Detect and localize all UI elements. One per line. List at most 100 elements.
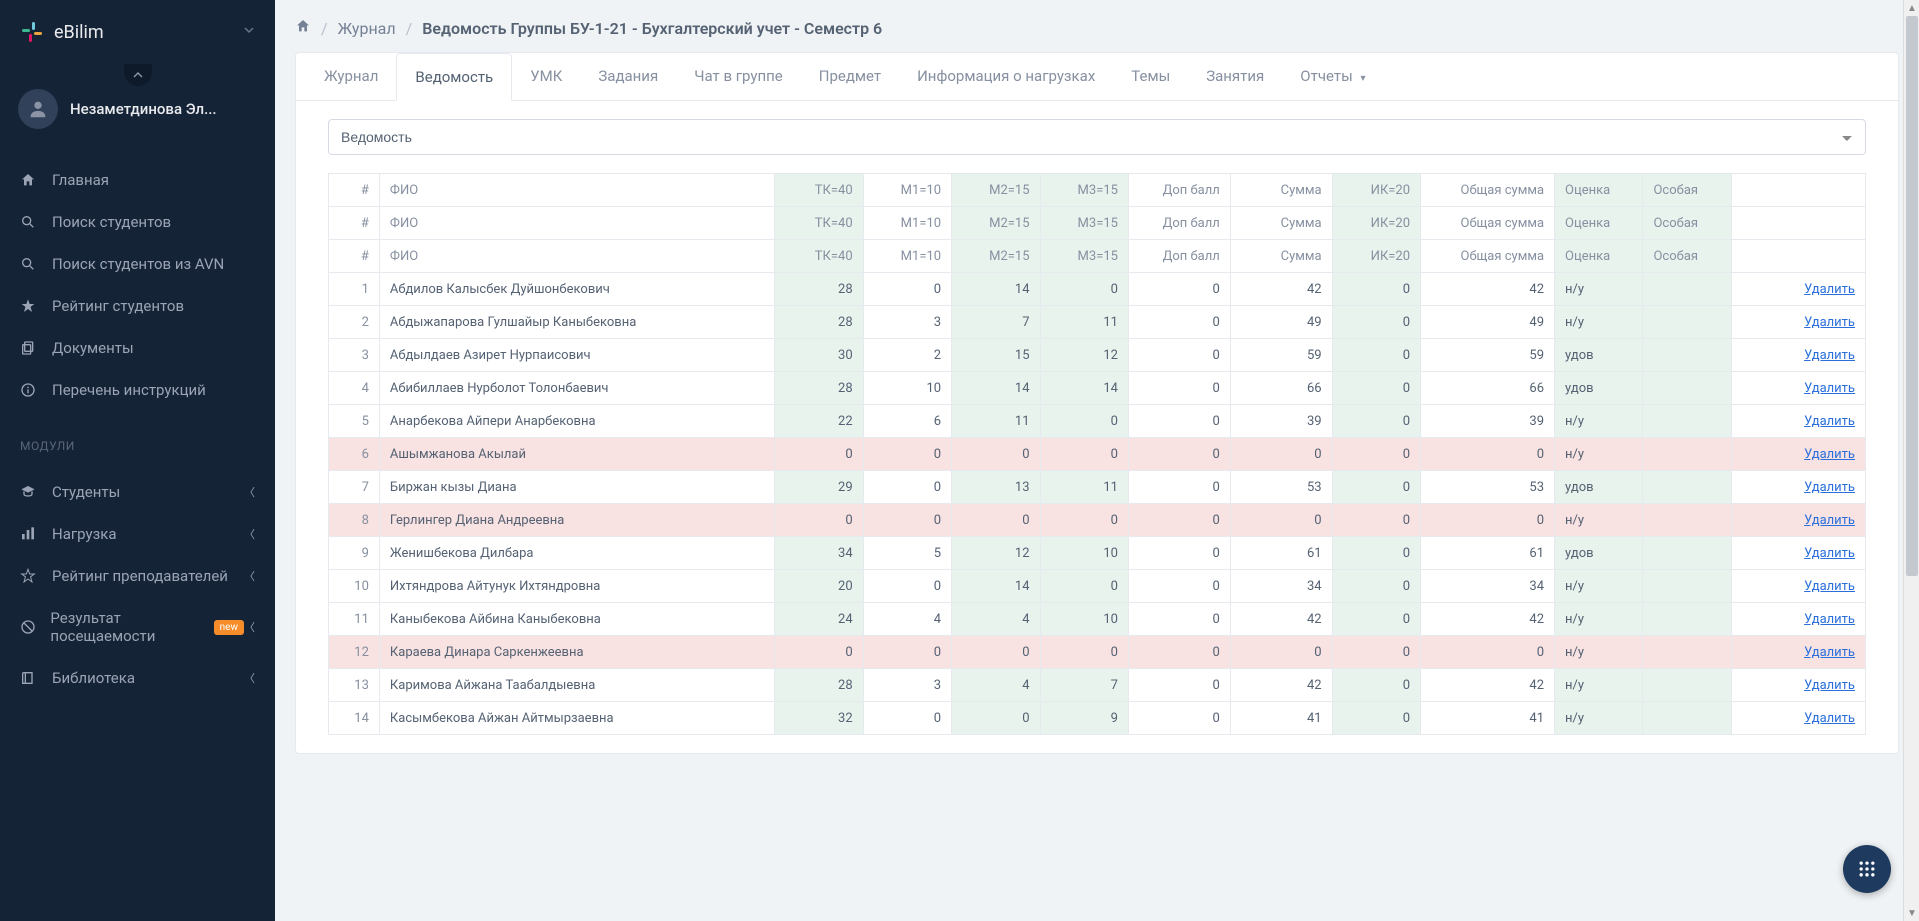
- sidebar-item-5[interactable]: Перечень инструкций: [0, 369, 275, 411]
- delete-link[interactable]: Удалить: [1804, 414, 1855, 429]
- cell-grade: н/у: [1555, 273, 1643, 306]
- cell-num: 7: [329, 471, 380, 504]
- cell-sum: 61: [1230, 537, 1332, 570]
- scroll-up-icon[interactable]: ▲: [1904, 0, 1919, 16]
- tab-0[interactable]: Журнал: [306, 53, 396, 100]
- sheet-select[interactable]: Ведомость: [328, 119, 1866, 155]
- cell-grade: н/у: [1555, 603, 1643, 636]
- delete-link[interactable]: Удалить: [1804, 447, 1855, 462]
- sidebar-item-3[interactable]: Рейтинг студентов: [0, 285, 275, 327]
- cell-m3: 9: [1040, 702, 1128, 735]
- th-m2: М2=15: [952, 207, 1040, 240]
- home-icon[interactable]: [295, 18, 311, 38]
- cell-grade: н/у: [1555, 306, 1643, 339]
- delete-link[interactable]: Удалить: [1804, 579, 1855, 594]
- cell-m3: 0: [1040, 405, 1128, 438]
- user-block[interactable]: Незаметдинова Эл...: [0, 64, 275, 149]
- sidebar-item-4[interactable]: Документы: [0, 327, 275, 369]
- sidebar-item-2[interactable]: Поиск студентов из AVN: [0, 243, 275, 285]
- cell-dop: 0: [1128, 273, 1230, 306]
- cell-actions: Удалить: [1731, 570, 1865, 603]
- th-tk: ТК=40: [775, 207, 863, 240]
- apps-grid-fab[interactable]: [1843, 845, 1891, 893]
- cell-dop: 0: [1128, 306, 1230, 339]
- cell-m1: 0: [863, 273, 951, 306]
- delete-link[interactable]: Удалить: [1804, 513, 1855, 528]
- tab-5[interactable]: Предмет: [801, 53, 899, 100]
- tab-7[interactable]: Темы: [1113, 53, 1188, 100]
- delete-link[interactable]: Удалить: [1804, 348, 1855, 363]
- breadcrumb-journal[interactable]: Журнал: [338, 19, 396, 38]
- scroll-thumb[interactable]: [1906, 16, 1918, 576]
- sidebar-item-label: Главная: [52, 171, 109, 189]
- cell-grade: н/у: [1555, 438, 1643, 471]
- cell-num: 5: [329, 405, 380, 438]
- cell-m2: 0: [952, 702, 1040, 735]
- cell-sum: 49: [1230, 306, 1332, 339]
- cell-ik: 0: [1332, 339, 1420, 372]
- th-dop: Доп балл: [1128, 207, 1230, 240]
- delete-link[interactable]: Удалить: [1804, 282, 1855, 297]
- cell-tk: 34: [775, 537, 863, 570]
- th-tk: ТК=40: [775, 240, 863, 273]
- cell-total: 53: [1421, 471, 1555, 504]
- sidebar-item-0[interactable]: Главная: [0, 159, 275, 201]
- delete-link[interactable]: Удалить: [1804, 645, 1855, 660]
- cell-ik: 0: [1332, 438, 1420, 471]
- cell-tk: 20: [775, 570, 863, 603]
- tab-1[interactable]: Ведомость: [396, 53, 512, 101]
- tab-3[interactable]: Задания: [580, 53, 676, 100]
- cell-dop: 0: [1128, 405, 1230, 438]
- cell-ik: 0: [1332, 372, 1420, 405]
- chevron-left-icon: 〈: [244, 670, 255, 686]
- table-row: 7Биржан кызы Диана2901311053053удовУдали…: [329, 471, 1866, 504]
- cell-name: Ашымжанова Акылай: [379, 438, 774, 471]
- delete-link[interactable]: Удалить: [1804, 711, 1855, 726]
- cell-m1: 0: [863, 702, 951, 735]
- th-total: Общая сумма: [1421, 207, 1555, 240]
- cell-m2: 0: [952, 438, 1040, 471]
- cell-m2: 14: [952, 273, 1040, 306]
- sidebar-module-4[interactable]: Библиотека 〈: [0, 657, 275, 699]
- cell-tk: 30: [775, 339, 863, 372]
- scrollbar-vertical[interactable]: ▲ ▼: [1903, 0, 1919, 921]
- cell-actions: Удалить: [1731, 669, 1865, 702]
- th-grade: Оценка: [1555, 240, 1643, 273]
- sidebar-module-3[interactable]: Результат посещаемостиnew〈: [0, 597, 275, 657]
- cell-m1: 0: [863, 570, 951, 603]
- cell-grade: н/у: [1555, 405, 1643, 438]
- th-num: #: [329, 174, 380, 207]
- cell-tk: 0: [775, 438, 863, 471]
- tab-9[interactable]: Отчеты ▾: [1282, 53, 1383, 100]
- tab-2[interactable]: УМК: [512, 53, 580, 100]
- cell-tk: 28: [775, 273, 863, 306]
- delete-link[interactable]: Удалить: [1804, 381, 1855, 396]
- table-row: 14Касымбекова Айжан Айтмырзаевна32009041…: [329, 702, 1866, 735]
- tab-4[interactable]: Чат в группе: [676, 53, 801, 100]
- delete-link[interactable]: Удалить: [1804, 480, 1855, 495]
- tabs-bar: ЖурналВедомостьУМКЗаданияЧат в группеПре…: [296, 53, 1898, 101]
- cell-actions: Удалить: [1731, 372, 1865, 405]
- delete-link[interactable]: Удалить: [1804, 315, 1855, 330]
- tab-8[interactable]: Занятия: [1188, 53, 1282, 100]
- sidebar-module-label: Библиотека: [52, 669, 135, 687]
- collapse-up-icon[interactable]: [124, 64, 152, 86]
- cell-special: [1643, 636, 1731, 669]
- sidebar-module-0[interactable]: Студенты〈: [0, 471, 275, 513]
- cell-name: Биржан кызы Диана: [379, 471, 774, 504]
- sidebar-module-1[interactable]: Нагрузка〈: [0, 513, 275, 555]
- new-badge: new: [214, 620, 244, 635]
- sidebar-item-1[interactable]: Поиск студентов: [0, 201, 275, 243]
- tab-6[interactable]: Информация о нагрузках: [899, 53, 1113, 100]
- sidebar-section-label: МОДУЛИ: [0, 421, 275, 461]
- brand-toggle[interactable]: eBilim: [0, 0, 275, 64]
- th-dop: Доп балл: [1128, 240, 1230, 273]
- delete-link[interactable]: Удалить: [1804, 546, 1855, 561]
- delete-link[interactable]: Удалить: [1804, 612, 1855, 627]
- scroll-down-icon[interactable]: ▼: [1904, 905, 1919, 921]
- cell-m3: 7: [1040, 669, 1128, 702]
- star-o-icon: [20, 568, 38, 584]
- cell-m3: 0: [1040, 438, 1128, 471]
- sidebar-module-2[interactable]: Рейтинг преподавателей〈: [0, 555, 275, 597]
- delete-link[interactable]: Удалить: [1804, 678, 1855, 693]
